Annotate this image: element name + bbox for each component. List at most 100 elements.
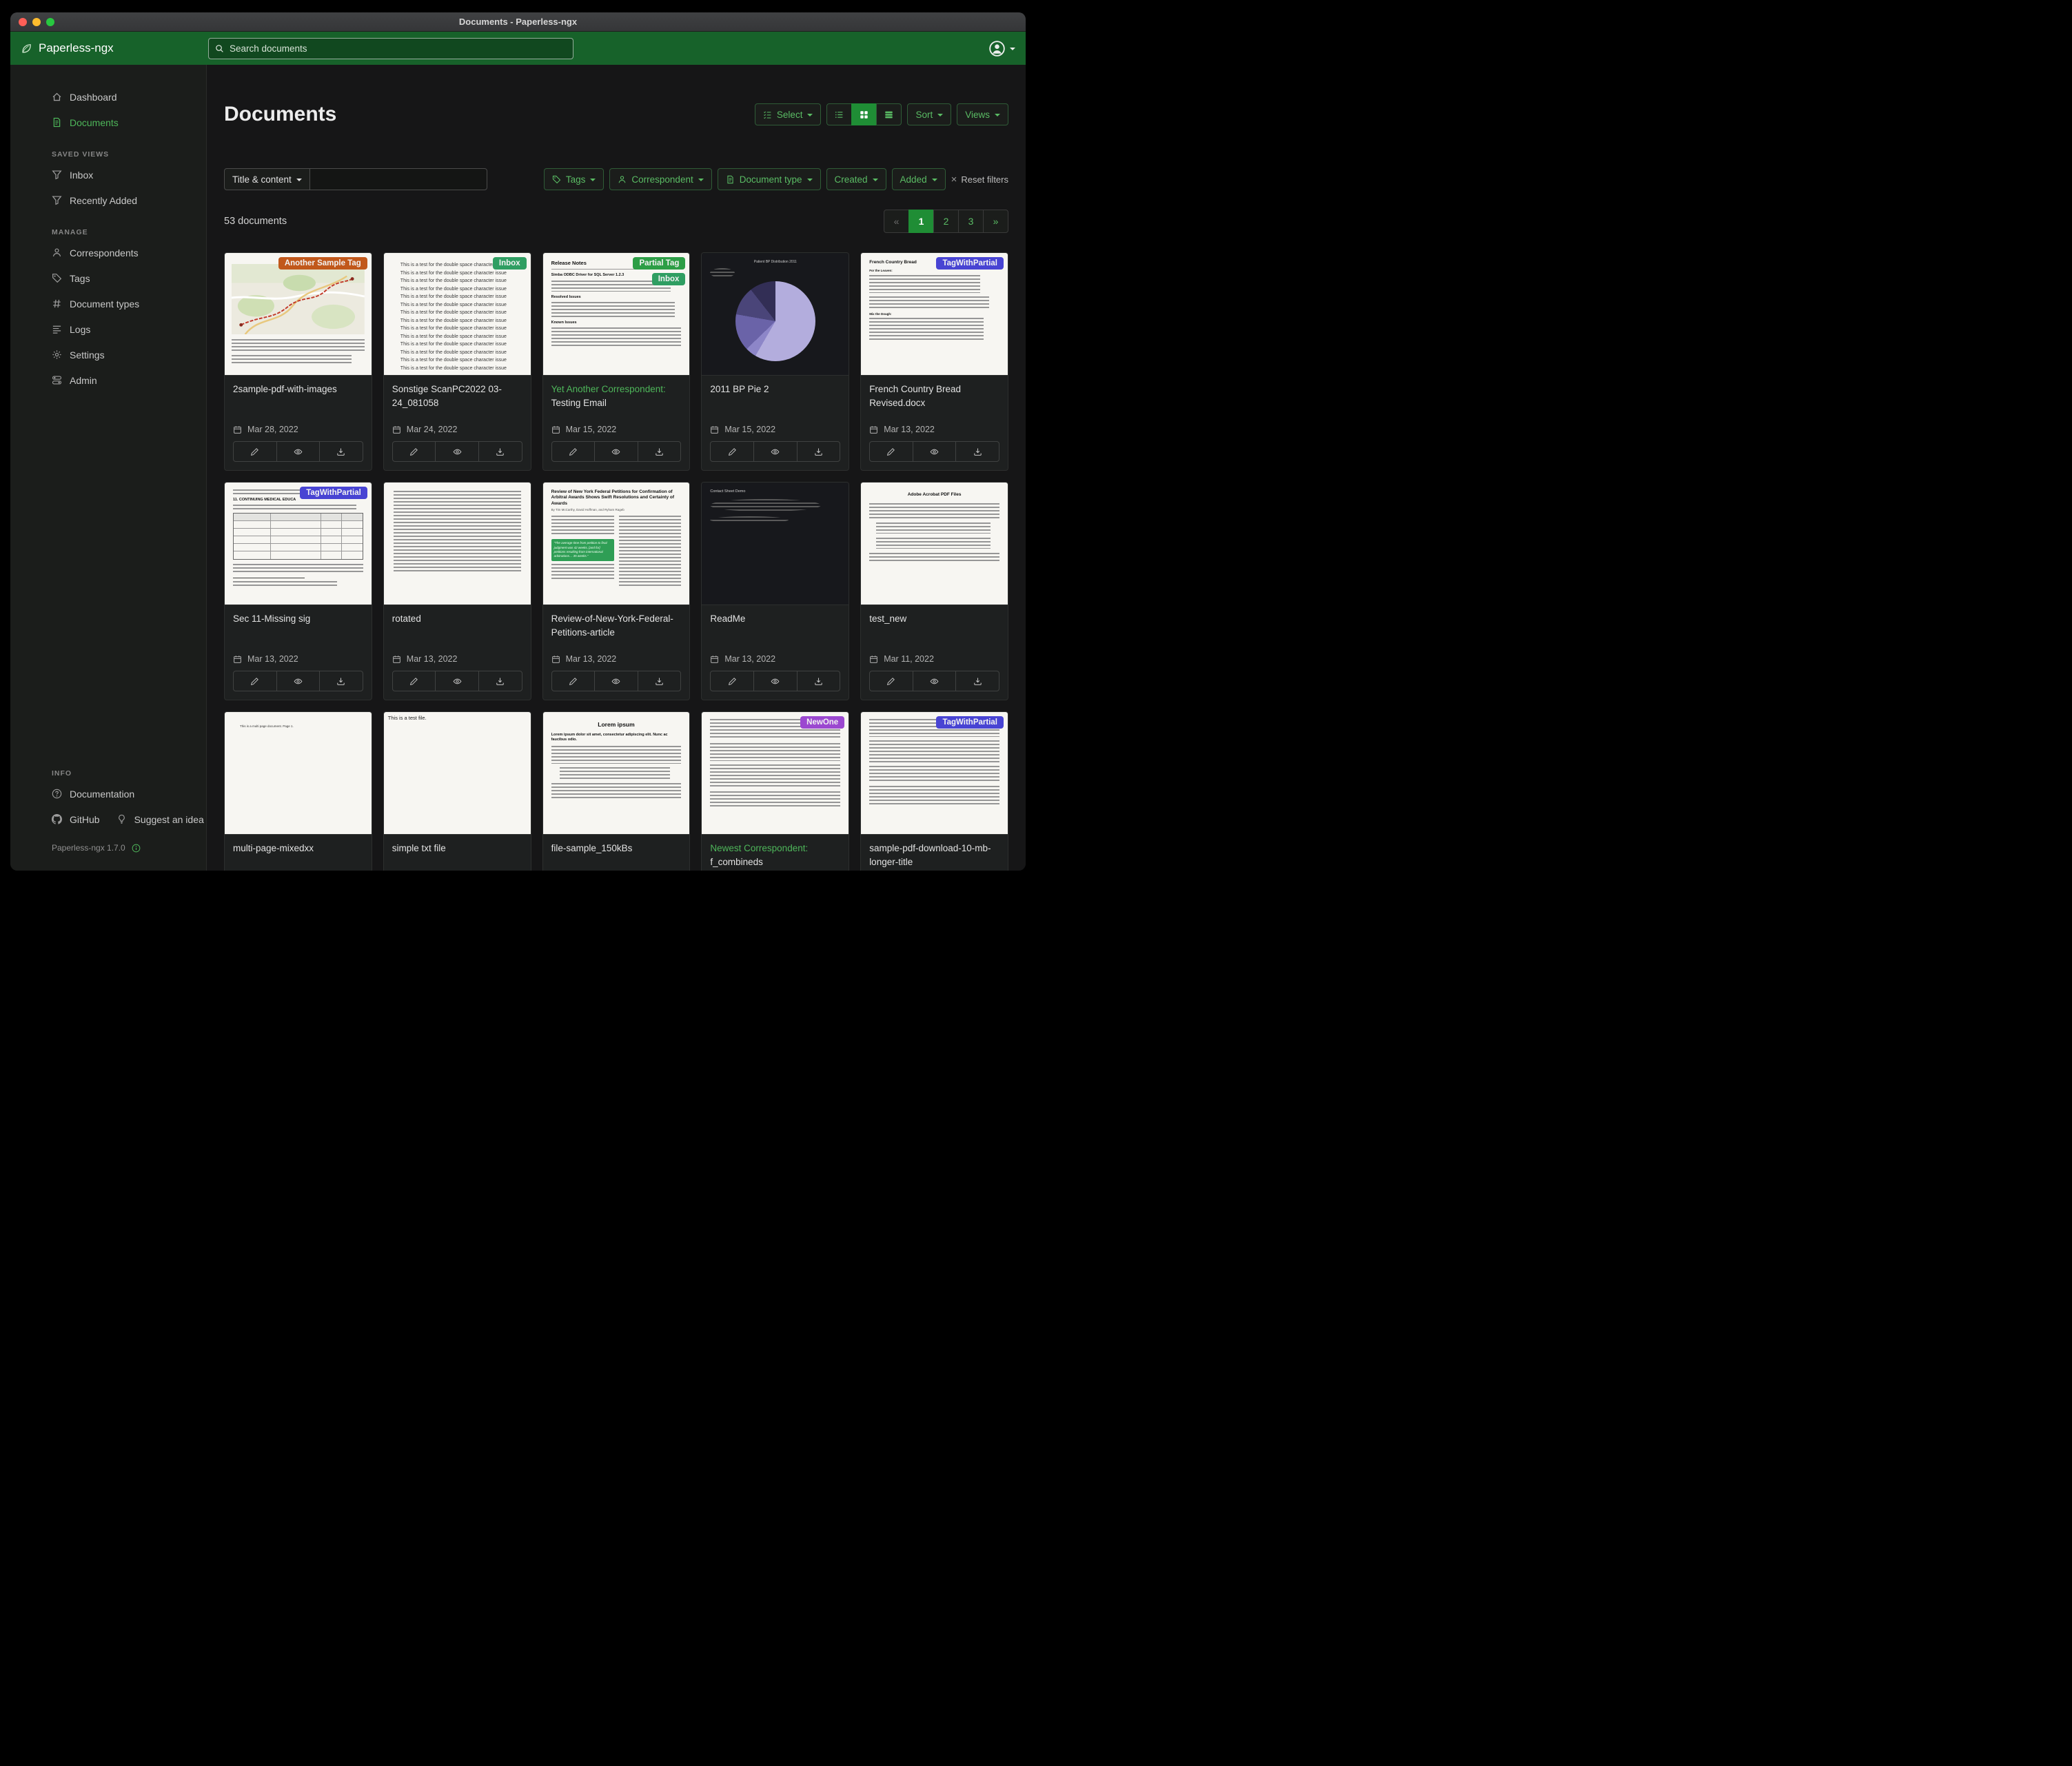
page-button-3[interactable]: 3 bbox=[958, 210, 984, 233]
tag-badge[interactable]: Inbox bbox=[493, 257, 527, 270]
filter-tags-button[interactable]: Tags bbox=[544, 168, 605, 190]
sidebar-item-documents[interactable]: Documents bbox=[52, 110, 196, 135]
sidebar-item-recently-added[interactable]: Recently Added bbox=[52, 187, 196, 213]
download-button[interactable] bbox=[638, 671, 682, 691]
sidebar-item-dashboard[interactable]: Dashboard bbox=[52, 84, 196, 110]
document-thumbnail[interactable]: Release Notes Simba ODBC Driver for SQL … bbox=[543, 253, 690, 376]
zoom-button[interactable] bbox=[46, 18, 54, 26]
preview-button[interactable] bbox=[276, 441, 321, 462]
sidebar-item-logs[interactable]: Logs bbox=[52, 316, 196, 342]
preview-button[interactable] bbox=[594, 441, 638, 462]
filter-document-type-button[interactable]: Document type bbox=[718, 168, 821, 190]
preview-button[interactable] bbox=[753, 441, 798, 462]
preview-button[interactable] bbox=[435, 671, 479, 691]
page-button-1[interactable]: 1 bbox=[908, 210, 934, 233]
document-card[interactable]: French Country Bread For the Leaven: Mix… bbox=[860, 252, 1008, 471]
document-card[interactable]: This is a test for the double space char… bbox=[383, 252, 531, 471]
document-card[interactable]: Lorem ipsum Lorem ipsum dolor sit amet, … bbox=[542, 711, 691, 871]
document-card[interactable]: Release Notes Simba ODBC Driver for SQL … bbox=[542, 252, 691, 471]
sidebar-item-settings[interactable]: Settings bbox=[52, 342, 196, 367]
document-thumbnail[interactable]: NewOne bbox=[702, 712, 849, 835]
sidebar-item-documentation[interactable]: Documentation bbox=[52, 781, 196, 806]
sidebar-item-inbox[interactable]: Inbox bbox=[52, 162, 196, 187]
document-title[interactable]: Review-of-New-York-Federal-Petitions-art… bbox=[551, 612, 682, 639]
page-next-button[interactable]: » bbox=[983, 210, 1008, 233]
document-card[interactable]: 11. CONTINUING MEDICAL EDUCA TagWithPart… bbox=[224, 482, 372, 700]
filter-correspondent-button[interactable]: Correspondent bbox=[609, 168, 711, 190]
document-title[interactable]: French Country Bread Revised.docx bbox=[869, 383, 999, 409]
document-thumbnail[interactable]: This is a test for the double space char… bbox=[384, 253, 531, 376]
document-card[interactable]: Another Sample Tag 2sample-pdf-with-imag… bbox=[224, 252, 372, 471]
download-button[interactable] bbox=[638, 441, 682, 462]
document-title[interactable]: Sec 11-Missing sig bbox=[233, 612, 363, 626]
tag-badge[interactable]: Inbox bbox=[652, 273, 686, 285]
filter-added-button[interactable]: Added bbox=[892, 168, 946, 190]
page-button-2[interactable]: 2 bbox=[933, 210, 959, 233]
download-button[interactable] bbox=[319, 441, 363, 462]
document-thumbnail[interactable]: TagWithPartial bbox=[861, 712, 1008, 835]
document-card[interactable]: NewOne Newest Correspondent: f_combineds bbox=[701, 711, 849, 871]
page-prev-button[interactable]: « bbox=[884, 210, 909, 233]
document-title[interactable]: Yet Another Correspondent: Testing Email bbox=[551, 383, 682, 409]
download-button[interactable] bbox=[955, 441, 999, 462]
document-title[interactable]: 2sample-pdf-with-images bbox=[233, 383, 363, 396]
document-thumbnail[interactable]: Adobe Acrobat PDF Files bbox=[861, 483, 1008, 605]
tag-badge[interactable]: TagWithPartial bbox=[936, 257, 1004, 270]
close-button[interactable] bbox=[19, 18, 27, 26]
preview-button[interactable] bbox=[435, 441, 479, 462]
document-card[interactable]: Review of New York Federal Petitions for… bbox=[542, 482, 691, 700]
document-thumbnail[interactable]: Patient BP Distribution 2011 bbox=[702, 253, 849, 376]
sidebar-item-tags[interactable]: Tags bbox=[52, 265, 196, 291]
tag-badge[interactable]: Another Sample Tag bbox=[278, 257, 367, 270]
download-button[interactable] bbox=[955, 671, 999, 691]
sidebar-item-correspondents[interactable]: Correspondents bbox=[52, 240, 196, 265]
document-thumbnail[interactable]: This is a test file. bbox=[384, 712, 531, 835]
search-input[interactable] bbox=[230, 43, 567, 54]
document-thumbnail[interactable]: 11. CONTINUING MEDICAL EDUCA TagWithPart… bbox=[225, 483, 372, 605]
tag-badge[interactable]: Partial Tag bbox=[633, 257, 685, 270]
correspondent-link[interactable]: Newest Correspondent: bbox=[710, 843, 808, 853]
document-card[interactable]: This is a test file. simple txt file bbox=[383, 711, 531, 871]
document-thumbnail[interactable]: Another Sample Tag bbox=[225, 253, 372, 376]
document-title[interactable]: 2011 BP Pie 2 bbox=[710, 383, 840, 396]
document-thumbnail[interactable]: Lorem ipsum Lorem ipsum dolor sit amet, … bbox=[543, 712, 690, 835]
edit-button[interactable] bbox=[233, 671, 277, 691]
download-button[interactable] bbox=[319, 671, 363, 691]
edit-button[interactable] bbox=[392, 671, 436, 691]
view-toggle-details[interactable] bbox=[876, 103, 902, 125]
document-thumbnail[interactable]: Review of New York Federal Petitions for… bbox=[543, 483, 690, 605]
document-title[interactable]: file-sample_150kBs bbox=[551, 842, 682, 855]
view-toggle-list[interactable] bbox=[826, 103, 852, 125]
edit-button[interactable] bbox=[869, 671, 913, 691]
filter-text-input[interactable] bbox=[309, 168, 487, 190]
document-card[interactable]: This is a multi page document. Page 1. m… bbox=[224, 711, 372, 871]
document-title[interactable]: rotated bbox=[392, 612, 522, 626]
edit-button[interactable] bbox=[551, 671, 596, 691]
download-button[interactable] bbox=[478, 671, 522, 691]
edit-button[interactable] bbox=[233, 441, 277, 462]
edit-button[interactable] bbox=[869, 441, 913, 462]
select-button[interactable]: Select bbox=[755, 103, 822, 125]
views-button[interactable]: Views bbox=[957, 103, 1008, 125]
user-menu[interactable] bbox=[988, 40, 1015, 57]
preview-button[interactable] bbox=[753, 671, 798, 691]
reset-filters-button[interactable]: × Reset filters bbox=[951, 174, 1008, 185]
document-thumbnail[interactable]: French Country Bread For the Leaven: Mix… bbox=[861, 253, 1008, 376]
edit-button[interactable] bbox=[710, 441, 754, 462]
document-thumbnail[interactable] bbox=[384, 483, 531, 605]
sort-button[interactable]: Sort bbox=[907, 103, 951, 125]
filter-field-button[interactable]: Title & content bbox=[224, 168, 310, 190]
document-thumbnail[interactable]: Contact Sheet Demo bbox=[702, 483, 849, 605]
brand[interactable]: Paperless-ngx bbox=[21, 41, 208, 55]
document-title[interactable]: Newest Correspondent: f_combineds bbox=[710, 842, 840, 869]
sidebar-item-suggest-idea[interactable]: Suggest an idea bbox=[116, 806, 204, 832]
minimize-button[interactable] bbox=[32, 18, 41, 26]
preview-button[interactable] bbox=[913, 441, 957, 462]
edit-button[interactable] bbox=[710, 671, 754, 691]
tag-badge[interactable]: TagWithPartial bbox=[936, 716, 1004, 729]
document-card[interactable]: rotated Mar 13, 2022 bbox=[383, 482, 531, 700]
preview-button[interactable] bbox=[913, 671, 957, 691]
edit-button[interactable] bbox=[392, 441, 436, 462]
view-toggle-grid[interactable] bbox=[851, 103, 877, 125]
tag-badge[interactable]: TagWithPartial bbox=[300, 487, 367, 499]
